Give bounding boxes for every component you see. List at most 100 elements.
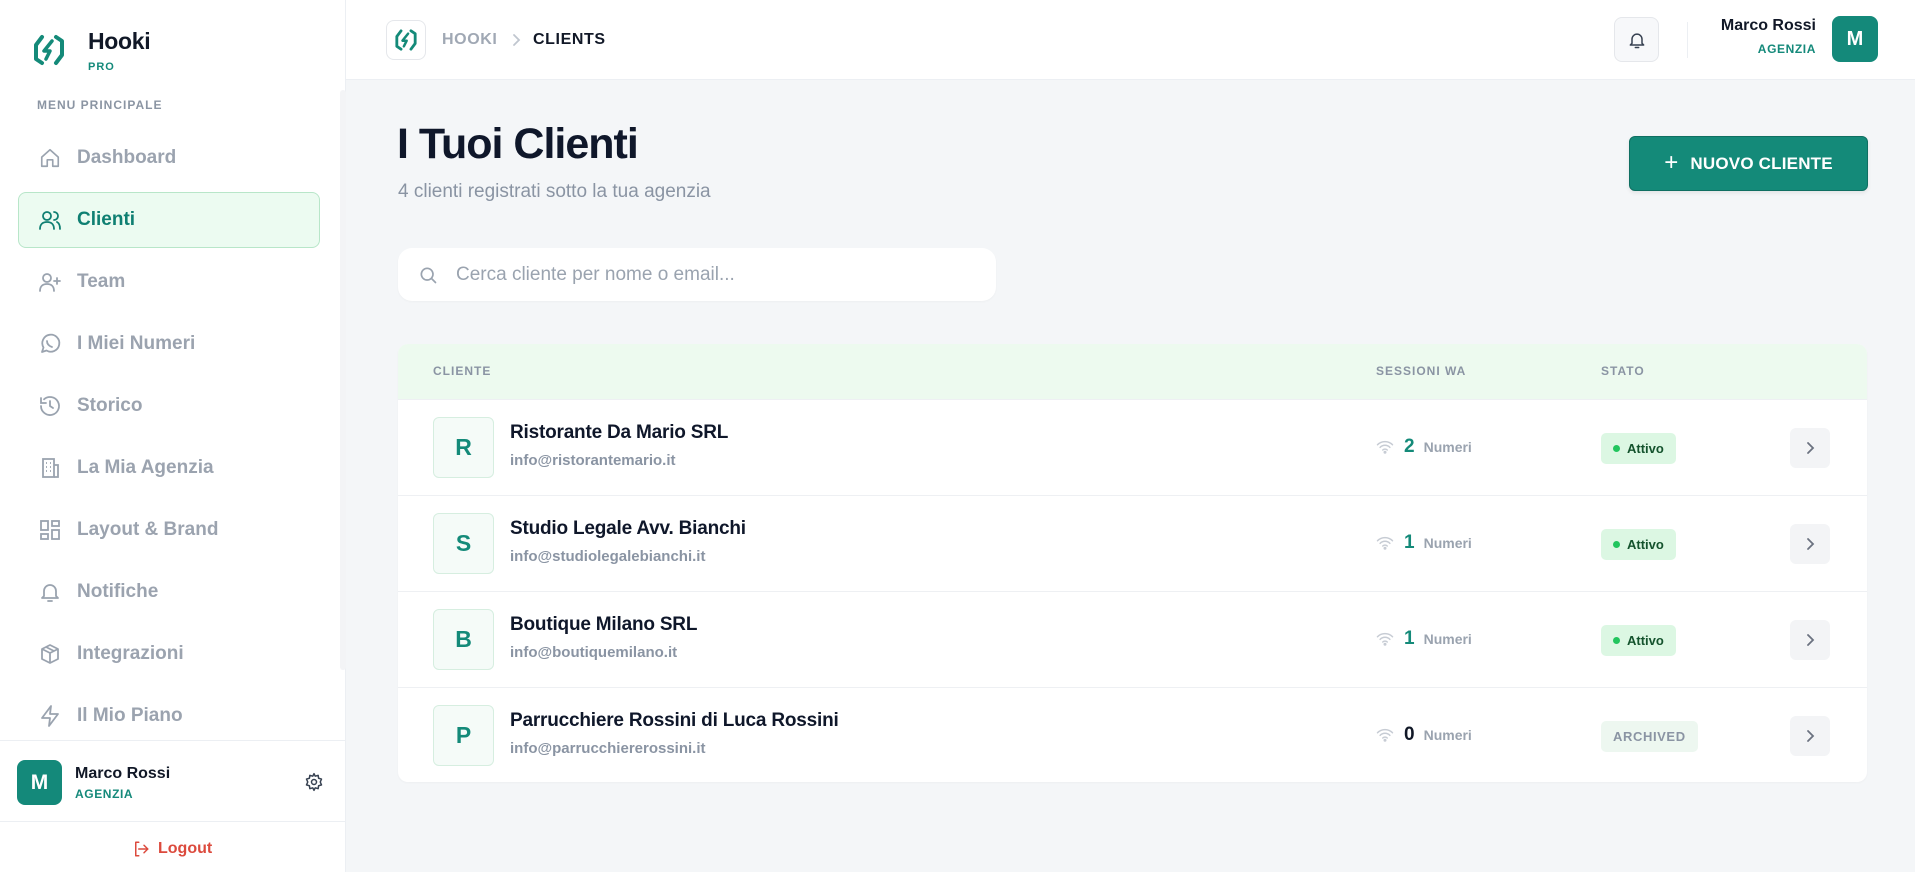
session-number: 1: [1404, 532, 1415, 553]
sidebar-item-label: Dashboard: [77, 147, 177, 168]
open-client-button[interactable]: [1790, 716, 1830, 756]
search-input[interactable]: [456, 263, 976, 286]
client-name[interactable]: Boutique Milano SRL: [510, 614, 697, 636]
status-badge: Attivo: [1601, 625, 1676, 656]
session-count: 0 Numeri: [1376, 724, 1472, 746]
sidebar-item-label: Team: [77, 271, 126, 292]
sidebar-item-label: La Mia Agenzia: [77, 457, 214, 478]
sidebar-item-clienti[interactable]: Clienti: [18, 192, 320, 248]
status-badge: Attivo: [1601, 433, 1676, 464]
open-client-button[interactable]: [1790, 428, 1830, 468]
sidebar-item-label: Il Mio Piano: [77, 705, 183, 726]
client-name[interactable]: Studio Legale Avv. Bianchi: [510, 518, 746, 540]
new-client-button[interactable]: + NUOVO CLIENTE: [1629, 136, 1868, 191]
status-badge: Attivo: [1601, 529, 1676, 560]
status-dot: [1613, 637, 1620, 644]
client-email: info@studiolegalebianchi.it: [510, 548, 706, 565]
sidebar-item-numeri[interactable]: I Miei Numeri: [18, 316, 320, 372]
table-row[interactable]: B Boutique Milano SRL info@boutiquemilan…: [398, 591, 1867, 687]
table-header: CLIENTE SESSIONI WA STATO: [398, 344, 1867, 399]
status-label: Attivo: [1627, 633, 1664, 648]
building-icon: [37, 455, 63, 481]
breadcrumb-clients: CLIENTS: [533, 31, 606, 48]
session-count: 2 Numeri: [1376, 436, 1472, 458]
search-icon: [420, 267, 437, 283]
gear-icon[interactable]: [304, 772, 324, 792]
client-avatar: B: [433, 609, 494, 670]
table-row[interactable]: P Parrucchiere Rossini di Luca Rossini i…: [398, 687, 1867, 782]
logout-icon: [135, 841, 149, 857]
sidebar-menu: Dashboard Clienti Team I Miei Numeri Sto…: [18, 130, 320, 750]
session-count: 1 Numeri: [1376, 532, 1472, 554]
breadcrumb-hooki[interactable]: HOOKI: [442, 31, 497, 49]
notifications-button[interactable]: [1614, 17, 1659, 62]
logout-button[interactable]: Logout: [132, 840, 212, 858]
client-name[interactable]: Ristorante Da Mario SRL: [510, 422, 728, 444]
chevron-right-icon: [1807, 730, 1815, 742]
sidebar-item-piano[interactable]: Il Mio Piano: [18, 688, 320, 744]
clients-table: CLIENTE SESSIONI WA STATO R Ristorante D…: [398, 344, 1867, 782]
session-number: 2: [1404, 436, 1415, 457]
breadcrumb-home[interactable]: [386, 20, 426, 60]
new-client-label: NUOVO CLIENTE: [1690, 153, 1833, 173]
user-role: AGENZIA: [75, 787, 134, 801]
status-dot: [1613, 541, 1620, 548]
avatar[interactable]: M: [17, 760, 62, 805]
open-client-button[interactable]: [1790, 620, 1830, 660]
session-unit: Numeri: [1423, 727, 1472, 743]
sidebar-item-integrazioni[interactable]: Integrazioni: [18, 626, 320, 682]
sidebar-item-notifiche[interactable]: Notifiche: [18, 564, 320, 620]
wifi-icon: [1376, 536, 1394, 550]
sidebar: Hooki PRO MENU PRINCIPALE Dashboard Clie…: [0, 0, 346, 872]
session-number: 1: [1404, 628, 1415, 649]
history-icon: [37, 393, 63, 419]
client-email: info@ristorantemario.it: [510, 452, 676, 469]
chevron-right-icon: [1807, 538, 1815, 550]
wifi-icon: [1376, 632, 1394, 646]
sidebar-item-layout[interactable]: Layout & Brand: [18, 502, 320, 558]
client-avatar: R: [433, 417, 494, 478]
sidebar-item-label: Storico: [77, 395, 143, 416]
home-icon: [37, 145, 63, 171]
column-header-status: STATO: [1601, 364, 1645, 378]
sidebar-scrollbar[interactable]: [340, 90, 346, 670]
sidebar-item-label: I Miei Numeri: [77, 333, 196, 354]
session-unit: Numeri: [1423, 535, 1472, 551]
wifi-icon: [1376, 728, 1394, 742]
status-dot: [1613, 445, 1620, 452]
chevron-right-icon: [1807, 442, 1815, 454]
topbar: HOOKI CLIENTS Marco Rossi AGENZIA M: [346, 0, 1915, 80]
session-number: 0: [1404, 724, 1415, 745]
plus-icon: +: [1664, 148, 1679, 176]
session-unit: Numeri: [1423, 439, 1472, 455]
brand-tier: PRO: [88, 61, 115, 73]
bell-icon: [1629, 32, 1644, 48]
page-subtitle: 4 clienti registrati sotto la tua agenzi…: [398, 181, 711, 202]
logout-label: Logout: [158, 840, 213, 857]
avatar[interactable]: M: [1832, 16, 1878, 62]
user-name: Marco Rossi: [75, 765, 171, 782]
sidebar-item-agenzia[interactable]: La Mia Agenzia: [18, 440, 320, 496]
status-label: Attivo: [1627, 537, 1664, 552]
topbar-divider: [1687, 22, 1688, 58]
sidebar-item-label: Clienti: [77, 209, 136, 230]
chevron-right-icon: [1807, 634, 1815, 646]
client-avatar: S: [433, 513, 494, 574]
menu-title: MENU PRINCIPALE: [37, 98, 163, 112]
table-row[interactable]: R Ristorante Da Mario SRL info@ristorant…: [398, 399, 1867, 495]
package-icon: [37, 641, 63, 667]
sidebar-item-storico[interactable]: Storico: [18, 378, 320, 434]
sidebar-item-team[interactable]: Team: [18, 254, 320, 310]
open-client-button[interactable]: [1790, 524, 1830, 564]
layout-icon: [37, 517, 63, 543]
hooki-logo-icon: [34, 35, 64, 65]
client-avatar: P: [433, 705, 494, 766]
table-row[interactable]: S Studio Legale Avv. Bianchi info@studio…: [398, 495, 1867, 591]
session-unit: Numeri: [1423, 631, 1472, 647]
status-label: ARCHIVED: [1613, 729, 1686, 744]
client-name[interactable]: Parrucchiere Rossini di Luca Rossini: [510, 710, 839, 732]
user-plus-icon: [37, 269, 63, 295]
user-name: Marco Rossi: [1720, 17, 1816, 34]
brand[interactable]: Hooki PRO: [32, 28, 151, 73]
sidebar-item-dashboard[interactable]: Dashboard: [18, 130, 320, 186]
